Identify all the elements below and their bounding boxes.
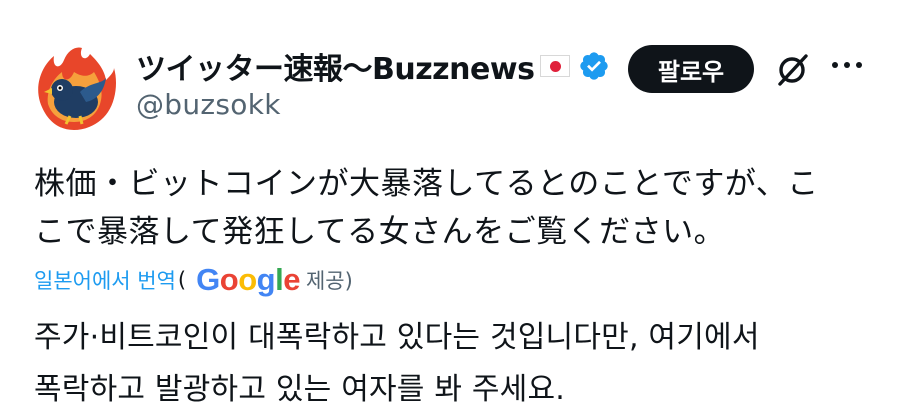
- user-handle[interactable]: @buzsokk: [136, 88, 281, 121]
- provider-label: 제공): [305, 269, 353, 293]
- display-name[interactable]: ツイッター速報〜Buzznews: [136, 44, 535, 88]
- fire-bird-avatar-icon: [30, 42, 120, 132]
- japan-flag-icon: [540, 55, 571, 77]
- open-paren: (: [177, 268, 187, 292]
- avatar[interactable]: [30, 42, 120, 132]
- translated-from-link[interactable]: 일본어에서 번역: [34, 265, 176, 295]
- follow-button[interactable]: 팔로우: [628, 45, 754, 93]
- more-options-icon[interactable]: [832, 62, 862, 68]
- name-row: ツイッター速報〜Buzznews: [136, 44, 610, 88]
- verified-badge-icon[interactable]: [578, 50, 610, 82]
- google-logo: Google: [196, 262, 300, 297]
- tweet-text: 株価・ビットコインが大暴落してるとのことですが、こ こで暴落して発狂してる女さん…: [34, 166, 819, 250]
- translated-tweet-text: 주가·비트코인이 대폭락하고 있다는 것입니다만, 여기에서 폭락하고 발광하고…: [34, 320, 760, 407]
- translation-attribution: 일본어에서 번역 ( Google 제공): [34, 262, 353, 298]
- grok-icon[interactable]: [774, 52, 810, 88]
